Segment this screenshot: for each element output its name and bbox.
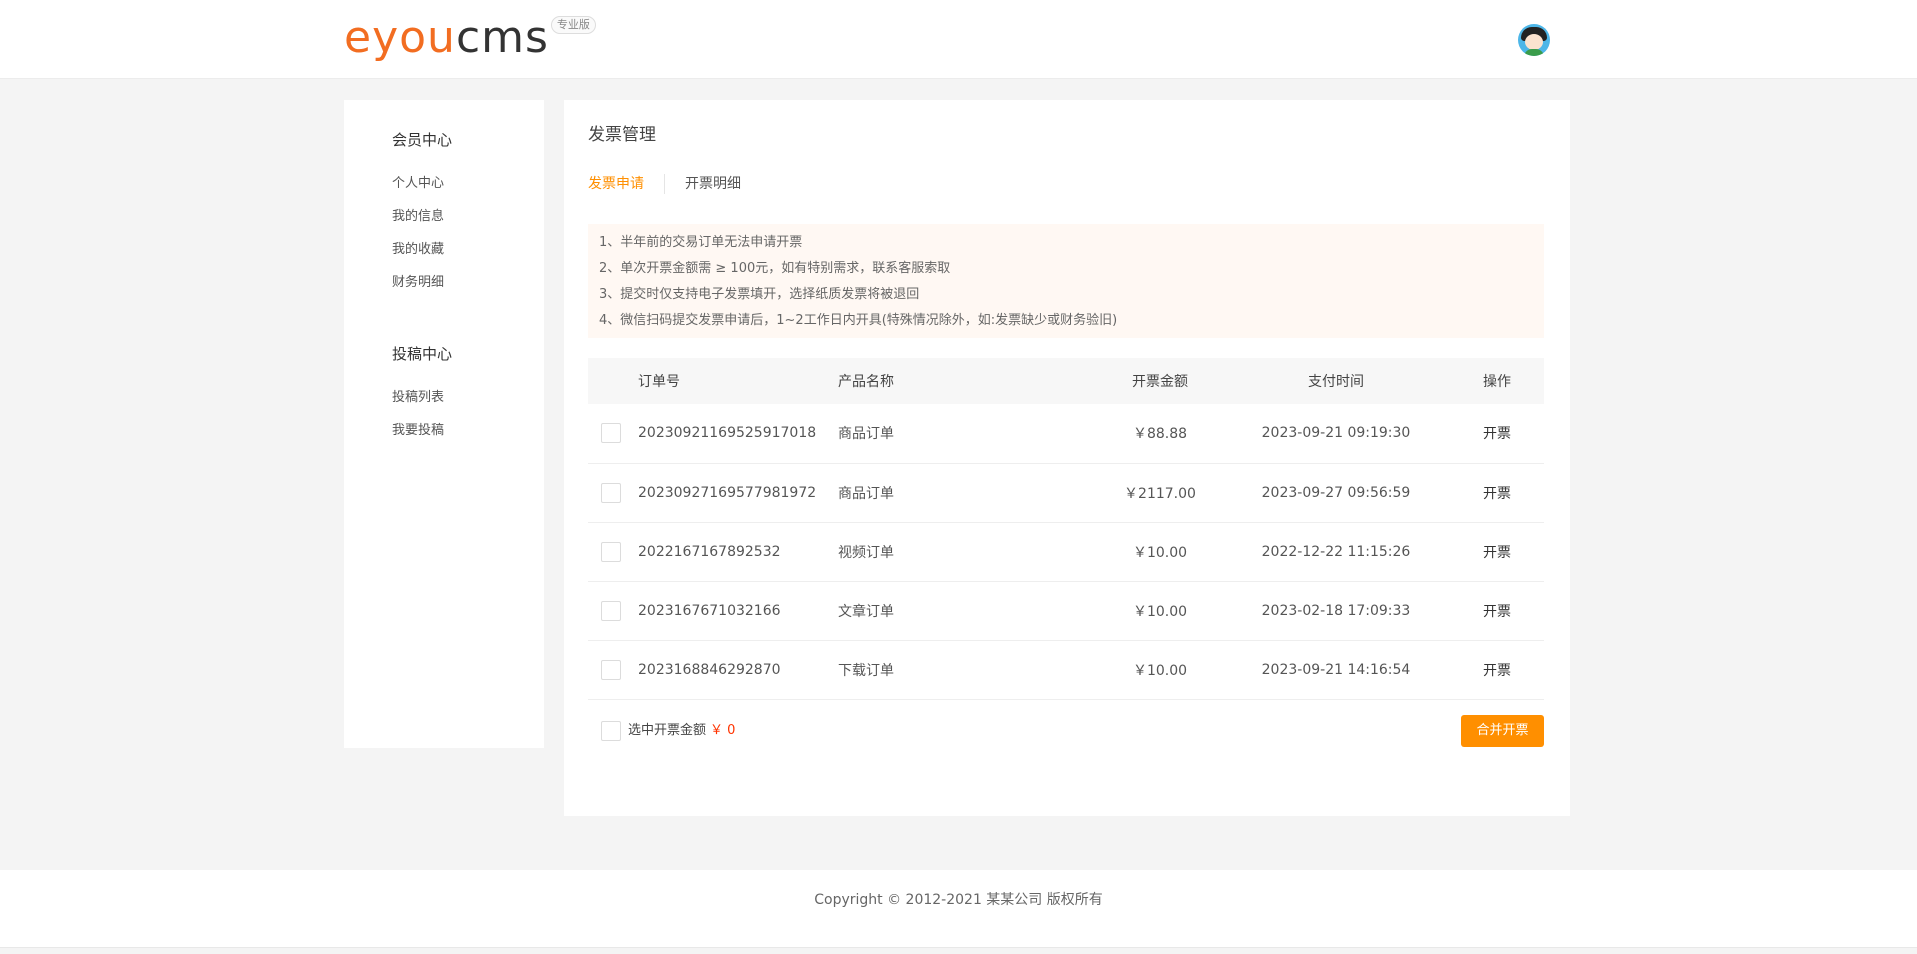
- order-number: 20230921169525917018: [638, 404, 838, 464]
- pay-time: 2022-12-22 11:15:26: [1222, 522, 1450, 582]
- sidebar-item-my-info[interactable]: 我的信息: [392, 200, 452, 233]
- op-cell: 开票: [1450, 640, 1544, 700]
- table-row: 2023168846292870 下载订单 ￥10.00 2023-09-21 …: [588, 640, 1544, 700]
- avatar-face: [1525, 34, 1543, 50]
- header-order-no: 订单号: [638, 358, 838, 404]
- order-number: 20230927169577981972: [638, 463, 838, 523]
- select-all-checkbox[interactable]: [601, 721, 621, 741]
- product-name: 下载订单: [838, 640, 1098, 700]
- row-check-cell: [588, 522, 638, 582]
- notice-line: 4、微信扫码提交发票申请后，1~2工作日内开具(特殊情况除外，如:发票缺少或财务…: [599, 313, 1118, 328]
- invoice-amount: ￥10.00: [1098, 640, 1222, 700]
- sidebar-item-finance[interactable]: 财务明细: [392, 266, 452, 299]
- main-panel: 发票管理 发票申请 开票明细 1、半年前的交易订单无法申请开票 2、单次开票金额…: [564, 100, 1570, 816]
- row-check-cell: [588, 640, 638, 700]
- notice-line: 3、提交时仅支持电子发票填开，选择纸质发票将被退回: [599, 287, 920, 302]
- tab-divider: [664, 174, 665, 194]
- issue-invoice-link[interactable]: 开票: [1483, 663, 1511, 679]
- header-product-name: 产品名称: [838, 358, 1098, 404]
- product-name: 文章订单: [838, 581, 1098, 641]
- invoice-tabs: 发票申请 开票明细: [588, 172, 741, 196]
- header-check-cell: [588, 358, 638, 404]
- issue-invoice-link[interactable]: 开票: [1483, 486, 1511, 502]
- order-number: 2022167167892532: [638, 522, 838, 582]
- logo-cms: cms: [455, 12, 549, 63]
- op-cell: 开票: [1450, 404, 1544, 464]
- table-header-row: 订单号 产品名称 开票金额 支付时间 操作: [588, 358, 1544, 404]
- invoice-amount: ￥10.00: [1098, 581, 1222, 641]
- op-cell: 开票: [1450, 581, 1544, 641]
- page-title: 发票管理: [588, 125, 656, 145]
- edition-badge: 专业版: [550, 16, 596, 34]
- eyoucms-logo[interactable]: eyoucms 专业版: [344, 12, 596, 64]
- user-avatar-icon[interactable]: [1518, 24, 1550, 56]
- pay-time: 2023-09-21 14:16:54: [1222, 640, 1450, 700]
- pay-time: 2023-09-27 09:56:59: [1222, 463, 1450, 523]
- sidebar-items-contribute: 投稿列表 我要投稿: [392, 381, 452, 447]
- product-name: 商品订单: [838, 404, 1098, 464]
- invoice-amount: ￥2117.00: [1098, 463, 1222, 523]
- row-checkbox[interactable]: [601, 600, 621, 621]
- copyright-text: Copyright © 2012-2021 某某公司 版权所有: [814, 892, 1103, 908]
- row-check-cell: [588, 463, 638, 523]
- orders-table: 订单号 产品名称 开票金额 支付时间 操作 202309211695259170…: [588, 358, 1544, 700]
- sidebar-item-contribution-list[interactable]: 投稿列表: [392, 381, 452, 414]
- sidebar-item-my-favorites[interactable]: 我的收藏: [392, 233, 452, 266]
- header-invoice-amount: 开票金额: [1098, 358, 1222, 404]
- issue-invoice-link[interactable]: 开票: [1483, 426, 1511, 442]
- header-pay-time: 支付时间: [1222, 358, 1450, 404]
- row-checkbox[interactable]: [601, 423, 621, 444]
- header-operation: 操作: [1450, 358, 1544, 404]
- notice-line: 2、单次开票金额需 ≥ 100元，如有特别需求，联系客服索取: [599, 261, 951, 276]
- table-row: 2023167671032166 文章订单 ￥10.00 2023-02-18 …: [588, 581, 1544, 641]
- sidebar-group-contribute: 投稿中心 投稿列表 我要投稿: [392, 344, 452, 447]
- op-cell: 开票: [1450, 463, 1544, 523]
- notice-box: 1、半年前的交易订单无法申请开票 2、单次开票金额需 ≥ 100元，如有特别需求…: [588, 224, 1544, 338]
- logo-you: you: [372, 12, 456, 63]
- issue-invoice-link[interactable]: 开票: [1483, 545, 1511, 561]
- notice-line: 1、半年前的交易订单无法申请开票: [599, 235, 803, 250]
- sidebar-items-member: 个人中心 我的信息 我的收藏 财务明细: [392, 167, 452, 299]
- sidebar-item-submit-contribution[interactable]: 我要投稿: [392, 414, 452, 447]
- selection-bar: 选中开票金额 ￥ 0 合并开票: [588, 715, 1544, 747]
- logo-e: e: [344, 12, 373, 63]
- row-check-cell: [588, 581, 638, 641]
- row-check-cell: [588, 404, 638, 464]
- sidebar-title-contribute: 投稿中心: [392, 345, 453, 363]
- table-row: 20230927169577981972 商品订单 ￥2117.00 2023-…: [588, 463, 1544, 523]
- table-row: 2022167167892532 视频订单 ￥10.00 2022-12-22 …: [588, 522, 1544, 582]
- sidebar-group-member: 会员中心 个人中心 我的信息 我的收藏 财务明细: [392, 130, 452, 299]
- tab-invoice-apply[interactable]: 发票申请: [588, 172, 644, 196]
- row-checkbox[interactable]: [601, 659, 621, 680]
- table-row: 20230921169525917018 商品订单 ￥88.88 2023-09…: [588, 404, 1544, 464]
- selected-amount-text: 选中开票金额: [628, 723, 707, 738]
- sidebar: 会员中心 个人中心 我的信息 我的收藏 财务明细 投稿中心 投稿列表 我要投稿: [344, 100, 544, 748]
- sidebar-item-personal-center[interactable]: 个人中心: [392, 167, 452, 200]
- product-name: 视频订单: [838, 522, 1098, 582]
- product-name: 商品订单: [838, 463, 1098, 523]
- order-number: 2023167671032166: [638, 581, 838, 641]
- order-number: 2023168846292870: [638, 640, 838, 700]
- page-footer: Copyright © 2012-2021 某某公司 版权所有: [0, 870, 1917, 948]
- selected-amount-value: ￥ 0: [710, 723, 736, 738]
- pay-time: 2023-02-18 17:09:33: [1222, 581, 1450, 641]
- selected-amount-label: 选中开票金额 ￥ 0: [628, 722, 735, 740]
- invoice-amount: ￥88.88: [1098, 404, 1222, 464]
- sidebar-title-member: 会员中心: [392, 131, 453, 149]
- avatar-shirt: [1524, 49, 1544, 56]
- logo-text: eyoucms: [344, 12, 549, 64]
- row-checkbox[interactable]: [601, 482, 621, 503]
- invoice-amount: ￥10.00: [1098, 522, 1222, 582]
- tab-invoice-details[interactable]: 开票明细: [685, 172, 741, 196]
- pay-time: 2023-09-21 09:19:30: [1222, 404, 1450, 464]
- top-header: eyoucms 专业版: [0, 0, 1917, 79]
- merge-invoice-button[interactable]: 合并开票: [1461, 715, 1544, 747]
- op-cell: 开票: [1450, 522, 1544, 582]
- row-checkbox[interactable]: [601, 541, 621, 562]
- issue-invoice-link[interactable]: 开票: [1483, 604, 1511, 620]
